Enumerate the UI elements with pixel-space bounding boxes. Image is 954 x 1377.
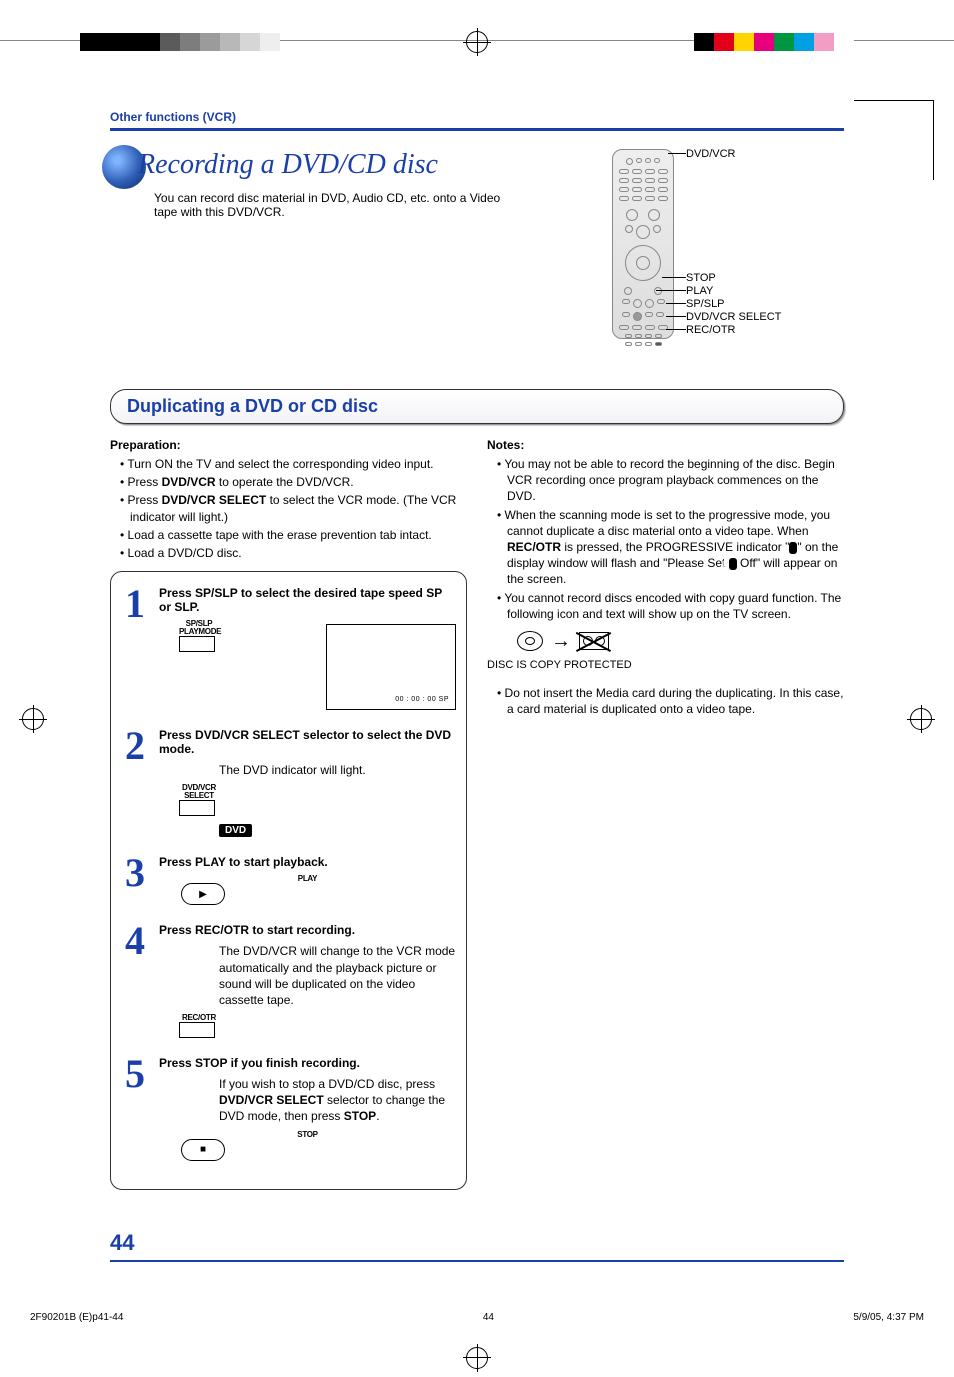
remote-button-icon: ▶	[181, 883, 225, 905]
section-title-box: Duplicating a DVD or CD disc	[110, 389, 844, 424]
steps-container: 1 Press SP/SLP to select the desired tap…	[110, 571, 467, 1190]
remote-button-icon	[179, 800, 215, 816]
page-footer: 44	[110, 1230, 844, 1262]
button-label: SP/SLPPLAYMODE	[179, 620, 219, 636]
step-title: Press STOP if you finish recording.	[159, 1056, 456, 1070]
footer-left: 2F90201B (E)p41-44	[30, 1312, 123, 1323]
button-label: DVD/VCRSELECT	[179, 784, 219, 800]
step-number: 3	[121, 855, 149, 905]
prep-item: Press DVD/VCR SELECT to select the VCR m…	[120, 492, 467, 524]
prep-heading: Preparation:	[110, 438, 467, 452]
prep-item: Load a cassette tape with the erase prev…	[120, 527, 467, 543]
prep-item: Load a DVD/CD disc.	[120, 545, 467, 561]
step-number: 5	[121, 1056, 149, 1161]
arrow-right-icon: →	[551, 630, 571, 653]
step-description: The DVD indicator will light.	[219, 762, 456, 778]
step-description: The DVD/VCR will change to the VCR mode …	[219, 943, 456, 1008]
step-number: 4	[121, 923, 149, 1038]
dvd-badge: DVD	[219, 824, 252, 837]
step: 4 Press REC/OTR to start recording. The …	[121, 923, 456, 1038]
step-title: Press REC/OTR to start recording.	[159, 923, 456, 937]
prep-item: Turn ON the TV and select the correspond…	[120, 456, 467, 472]
copy-protect-icons: →	[517, 630, 844, 653]
step: 5 Press STOP if you finish recording. If…	[121, 1056, 456, 1161]
section-header: Other functions (VCR)	[110, 110, 844, 131]
section-title: Duplicating a DVD or CD disc	[127, 396, 827, 417]
doc-footer-meta: 2F90201B (E)p41-44 44 5/9/05, 4:37 PM	[0, 1282, 954, 1323]
step-description: If you wish to stop a DVD/CD disc, press…	[219, 1076, 456, 1125]
step-number: 2	[121, 728, 149, 837]
top-crop-bar	[0, 40, 954, 80]
step-title: Press PLAY to start playback.	[159, 855, 456, 869]
prep-item: Press DVD/VCR to operate the DVD/VCR.	[120, 474, 467, 490]
page-title: Recording a DVD/CD disc	[138, 149, 574, 181]
step-title: Press DVD/VCR SELECT selector to select …	[159, 728, 456, 756]
footer-right: 5/9/05, 4:37 PM	[853, 1312, 924, 1323]
step-number: 1	[121, 586, 149, 710]
color-swatches-left	[80, 33, 280, 51]
crossed-tape-icon	[579, 632, 609, 650]
registration-mark-icon	[466, 1347, 488, 1369]
remote-button-icon: ■	[181, 1139, 225, 1161]
remote-button-icon	[179, 636, 215, 652]
remote-button-icon	[179, 1022, 215, 1038]
preparation-block: Preparation: Turn ON the TV and select t…	[110, 438, 467, 561]
screen-display: 00 : 00 : 00 SP	[326, 624, 456, 710]
copy-protect-caption: DISC IS COPY PROTECTED	[487, 659, 844, 671]
button-label: STOP	[159, 1131, 456, 1139]
note-item: You may not be able to record the beginn…	[497, 456, 844, 505]
step: 2 Press DVD/VCR SELECT selector to selec…	[121, 728, 456, 837]
registration-mark-icon	[466, 31, 488, 53]
remote-label: DVD/VCR	[686, 147, 736, 161]
button-label: REC/OTR	[179, 1014, 219, 1022]
footer-mid: 44	[483, 1312, 494, 1323]
button-label: PLAY	[159, 875, 456, 883]
disc-icon	[517, 631, 543, 651]
notes-heading: Notes:	[487, 438, 844, 452]
color-swatches-right	[694, 33, 854, 51]
remote-illustration: DVD/VCR STOP PLAY SP/SLP DVD/VCR SELECT …	[604, 149, 844, 339]
step: 1 Press SP/SLP to select the desired tap…	[121, 586, 456, 710]
step-title: Press SP/SLP to select the desired tape …	[159, 586, 456, 614]
note-item: When the scanning mode is set to the pro…	[497, 507, 844, 588]
page-number: 44	[110, 1230, 844, 1256]
step: 3 Press PLAY to start playback. PLAY▶	[121, 855, 456, 905]
remote-label: REC/OTR	[686, 323, 736, 337]
note-item: Do not insert the Media card during the …	[497, 685, 844, 717]
notes-block: Notes: You may not be able to record the…	[487, 438, 844, 719]
note-item: You cannot record discs encoded with cop…	[497, 590, 844, 622]
page-subtitle: You can record disc material in DVD, Aud…	[154, 191, 514, 219]
